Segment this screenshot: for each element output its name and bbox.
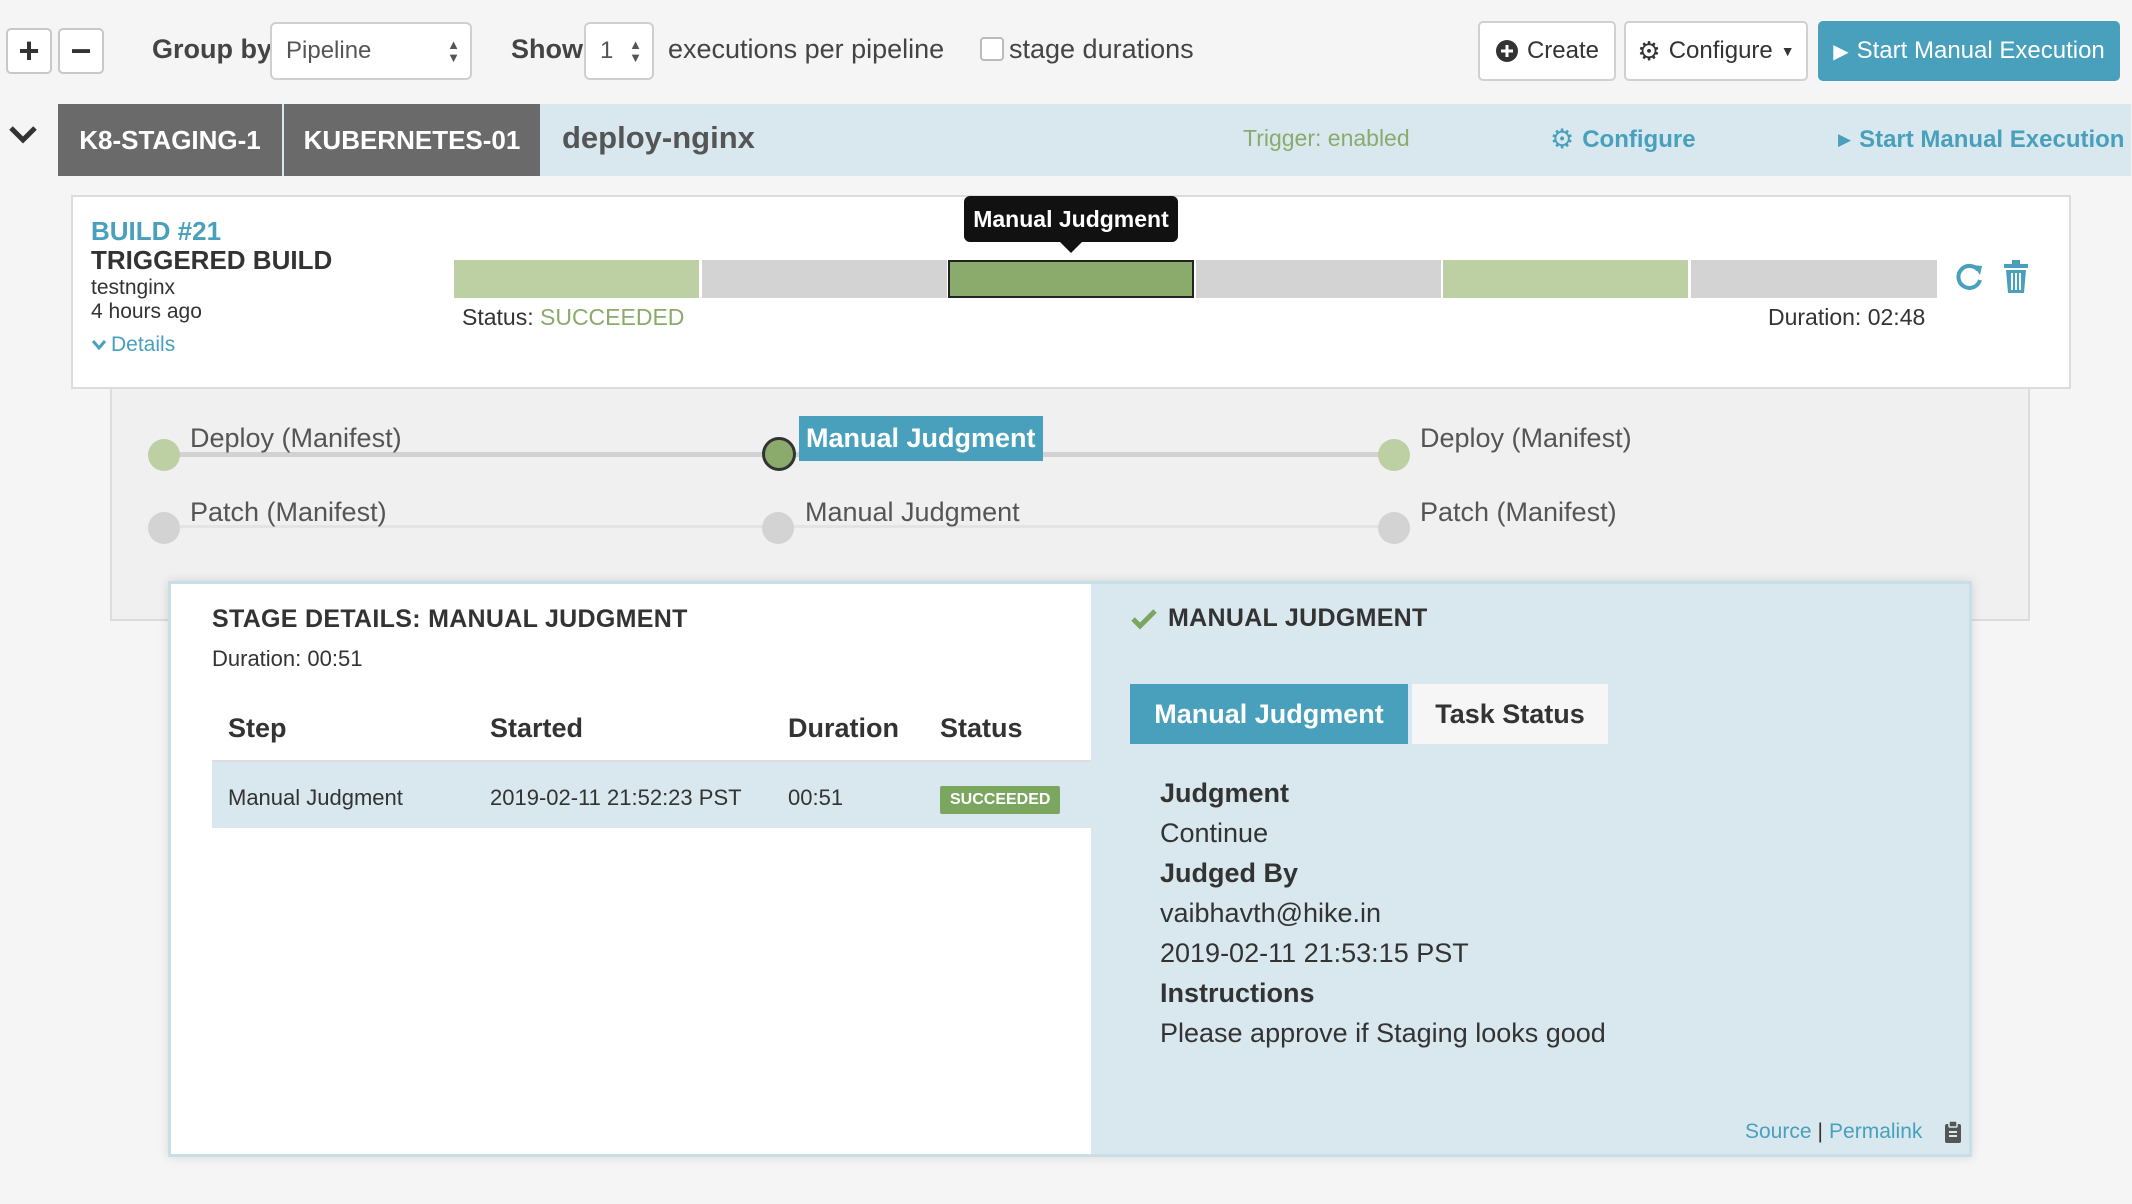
column-header-duration: Duration — [788, 713, 899, 743]
trash-icon — [2004, 260, 2028, 293]
account-tag: KUBERNETES-01 — [284, 104, 540, 176]
judgment-header: MANUAL JUDGMENT — [1130, 604, 1428, 633]
stage-label[interactable]: Deploy (Manifest) — [190, 423, 402, 454]
execution-time-ago: 4 hours ago — [91, 300, 202, 323]
refresh-icon — [1956, 263, 1982, 290]
caret-down-icon: ▼ — [1780, 43, 1795, 59]
execution-status: Status: SUCCEEDED — [462, 304, 685, 330]
stage-details-duration: Duration: 00:51 — [212, 646, 363, 671]
permalink-link[interactable]: Permalink — [1829, 1120, 1922, 1144]
stage-label[interactable]: Manual Judgment — [805, 497, 1020, 528]
executions-per-pipeline-text: executions per pipeline — [668, 34, 945, 64]
cell-step: Manual Judgment — [228, 785, 403, 810]
stage-node-active[interactable] — [762, 437, 796, 471]
stage-durations-label: stage durations — [1009, 34, 1194, 64]
stage-node[interactable] — [148, 439, 180, 471]
stage-segment[interactable] — [1691, 260, 1937, 298]
trigger-user: testnginx — [91, 276, 176, 299]
column-header-status: Status — [940, 713, 1023, 743]
stage-segment[interactable] — [454, 260, 699, 298]
status-value: SUCCEEDED — [540, 304, 685, 330]
stage-segment[interactable] — [1196, 260, 1441, 298]
stage-durations-checkbox[interactable] — [980, 37, 1004, 61]
judged-at: 2019-02-11 21:53:15 PST — [1160, 938, 1469, 968]
stage-node[interactable] — [762, 512, 794, 544]
judged-by-label: Judged By — [1160, 858, 1299, 888]
stage-node[interactable] — [1378, 439, 1410, 471]
tab-manual-judgment[interactable]: Manual Judgment — [1130, 684, 1408, 744]
trigger-type: TRIGGERED BUILD — [91, 245, 333, 275]
group-by-select[interactable]: Pipeline ▲ ▼ — [270, 22, 472, 80]
chevron-down-icon — [91, 340, 107, 351]
source-link[interactable]: Source — [1745, 1120, 1812, 1144]
expand-all-button[interactable]: + — [6, 28, 52, 74]
pipeline-start-execution-link[interactable]: ▶ Start Manual Execution — [1838, 126, 2124, 154]
instructions-label: Instructions — [1160, 978, 1315, 1008]
build-number-link[interactable]: BUILD #21 — [91, 216, 221, 247]
clipboard-icon[interactable] — [1942, 1120, 1964, 1144]
column-header-step: Step — [228, 713, 287, 743]
configure-menu-button[interactable]: ⚙ Configure ▼ — [1624, 21, 1808, 81]
stage-segment-active[interactable] — [948, 260, 1194, 298]
cell-duration: 00:51 — [788, 785, 844, 810]
account-tag: K8-STAGING-1 — [58, 104, 282, 176]
stage-node[interactable] — [148, 512, 180, 544]
collapse-all-button[interactable]: − — [58, 28, 104, 74]
select-arrows-icon: ▲ ▼ — [629, 37, 642, 65]
status-badge: SUCCEEDED — [940, 786, 1061, 814]
check-icon — [1131, 608, 1157, 630]
column-header-started: Started — [490, 713, 584, 743]
stage-node[interactable] — [1378, 512, 1410, 544]
stage-label[interactable]: Deploy (Manifest) — [1420, 423, 1632, 454]
play-icon: ▶ — [1838, 130, 1852, 149]
stage-segment[interactable] — [1443, 260, 1688, 298]
stage-segment[interactable] — [702, 260, 947, 298]
plus-circle-icon — [1495, 40, 1518, 62]
judged-by-value: vaibhavth@hike.in — [1160, 898, 1382, 928]
play-icon: ▶ — [1833, 40, 1849, 63]
show-label: Show — [511, 34, 583, 64]
collapse-pipeline-toggle[interactable] — [8, 124, 38, 151]
instructions-value: Please approve if Staging looks good — [1160, 1018, 1606, 1048]
tab-task-status[interactable]: Task Status — [1412, 684, 1608, 744]
gear-icon: ⚙ — [1637, 35, 1661, 66]
judgment-value: Continue — [1160, 818, 1269, 848]
panel-footer-links: Source | Permalink — [1745, 1120, 1964, 1144]
select-arrows-icon: ▲ ▼ — [447, 37, 460, 65]
link-separator: | — [1817, 1120, 1824, 1143]
create-button[interactable]: Create — [1478, 21, 1616, 81]
stage-label[interactable]: Patch (Manifest) — [190, 497, 387, 528]
cell-started: 2019-02-11 21:52:23 PST — [490, 785, 742, 810]
stage-tooltip: Manual Judgment — [964, 196, 1178, 253]
chevron-down-icon — [9, 126, 37, 144]
stage-details-title: STAGE DETAILS: MANUAL JUDGMENT — [212, 605, 688, 633]
pipeline-configure-link[interactable]: ⚙ Configure — [1550, 124, 1696, 155]
execution-duration: Duration: 02:48 — [1768, 304, 1926, 330]
rerun-button[interactable] — [1954, 262, 1984, 299]
stage-label-active[interactable]: Manual Judgment — [799, 416, 1043, 461]
executions-count-select[interactable]: 1 ▲ ▼ — [584, 22, 654, 80]
details-toggle[interactable]: Details — [91, 333, 175, 357]
delete-execution-button[interactable] — [2002, 260, 2030, 299]
judgment-label: Judgment — [1160, 778, 1290, 808]
trigger-status: Trigger: enabled — [1243, 125, 1410, 151]
pipeline-name: deploy-nginx — [562, 120, 755, 155]
start-manual-execution-button[interactable]: ▶ Start Manual Execution — [1818, 21, 2120, 81]
gear-icon: ⚙ — [1550, 124, 1575, 154]
stage-label[interactable]: Patch (Manifest) — [1420, 497, 1617, 528]
group-by-label: Group by — [152, 34, 272, 64]
